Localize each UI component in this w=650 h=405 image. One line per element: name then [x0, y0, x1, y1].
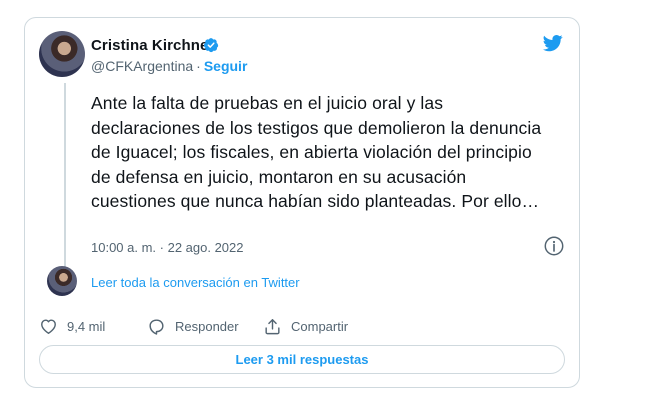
reply-label: Responder: [175, 319, 239, 334]
tweet-timestamp[interactable]: 10:00 a. m. · 22 ago. 2022: [91, 240, 244, 255]
twitter-bird-icon[interactable]: [541, 33, 565, 53]
thread-connector-line: [64, 83, 66, 273]
read-conversation-link[interactable]: Leer toda la conversación en Twitter: [91, 275, 300, 290]
follow-button[interactable]: Seguir: [204, 58, 248, 74]
embedded-tweet-card: Cristina Kirchner @CFKArgentina · Seguir A…: [24, 17, 580, 388]
conversation-avatar[interactable]: [47, 266, 77, 296]
author-avatar[interactable]: [39, 31, 85, 77]
handle-separator: ·: [196, 58, 201, 74]
tweet-text: Ante la falta de pruebas en el juicio or…: [91, 93, 542, 211]
heart-icon: [41, 319, 56, 334]
reply-icon: [149, 319, 164, 335]
author-handle[interactable]: @CFKArgentina: [91, 58, 193, 74]
share-icon: [265, 319, 280, 335]
author-handle-row: @CFKArgentina · Seguir: [91, 58, 247, 74]
verified-badge-icon: [204, 38, 219, 53]
like-count: 9,4 mil: [67, 319, 106, 334]
info-icon[interactable]: [543, 235, 565, 257]
author-name[interactable]: Cristina Kirchner: [91, 37, 214, 54]
reply-button[interactable]: Responder: [147, 317, 239, 336]
like-button[interactable]: 9,4 mil: [39, 317, 105, 336]
share-button[interactable]: Compartir: [263, 317, 348, 336]
read-replies-button[interactable]: Leer 3 mil respuestas: [39, 345, 565, 374]
share-label: Compartir: [291, 319, 349, 334]
